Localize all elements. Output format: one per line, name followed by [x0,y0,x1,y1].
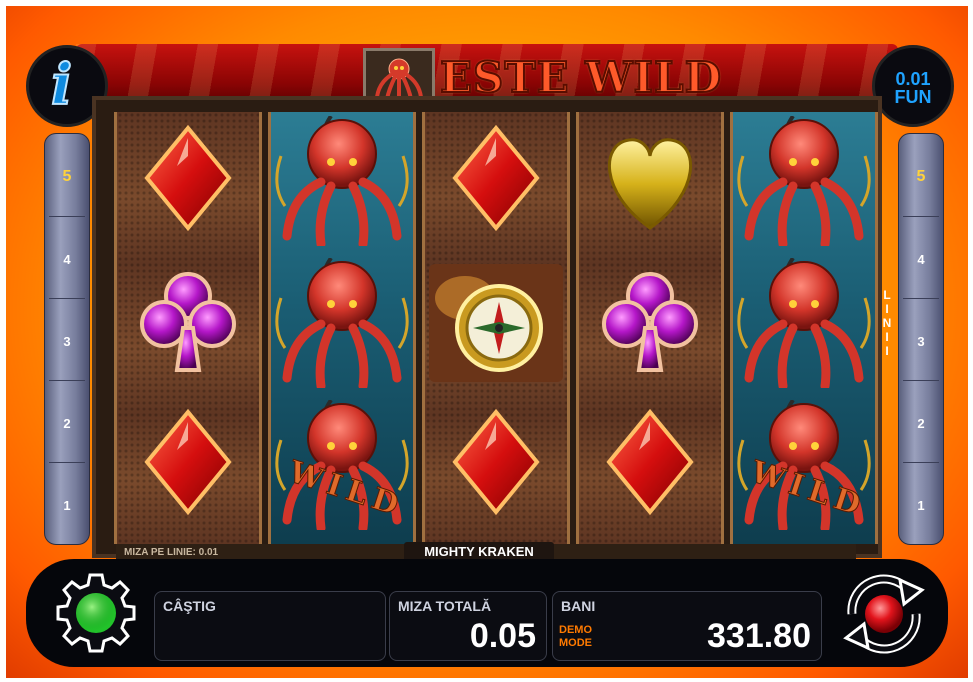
line-5-left[interactable]: 5 [45,168,89,186]
info-icon: i [50,51,73,119]
purple-club-symbol [579,258,721,388]
divider [49,216,85,217]
divider [903,380,939,381]
line-2-right[interactable]: 2 [899,416,943,431]
divider [903,298,939,299]
divider [49,462,85,463]
game-screen: ESTE WILD i 0.01 FUN 5 4 3 2 1 LINII 5 4… [6,6,968,678]
divider [903,462,939,463]
reel-4 [576,112,724,544]
lines-panel-right: 5 4 3 2 1 [898,133,944,545]
octopus-wild-symbol [733,114,875,249]
gold-heart-symbol [579,116,721,246]
demo-mode-label: DEMO MODE [559,624,592,649]
spin-button[interactable] [838,568,930,660]
balance-value: 331.80 [707,617,811,655]
reel-3 [422,112,570,544]
line-1-left[interactable]: 1 [45,498,89,513]
reel-5: WILD [730,112,878,544]
spin-red-light [865,595,903,633]
divider [49,380,85,381]
balance-label: BANI [561,598,596,614]
total-bet-field[interactable]: MIZA TOTALĂ 0.05 [389,591,547,661]
octopus-wild-symbol [271,114,413,249]
win-label: CÂŞTIG [163,598,216,614]
line-2-left[interactable]: 2 [45,416,89,431]
compass-symbol [425,258,567,388]
bet-per-line: MIZA PE LINIE: 0.01 [124,547,219,558]
line-4-left[interactable]: 4 [45,252,89,267]
total-bet-label: MIZA TOTALĂ [398,598,492,614]
line-4-right[interactable]: 4 [899,252,943,267]
octopus-wild-symbol [733,256,875,391]
lines-label-text: LINII [882,288,892,358]
red-diamond-symbol [425,400,567,530]
total-bet-value: 0.05 [469,617,536,655]
settings-button[interactable] [54,571,138,655]
line-1-right[interactable]: 1 [899,498,943,513]
spin-arrows-icon [843,574,925,654]
denomination-display: 0.01 FUN [875,70,951,106]
win-field: CÂŞTIG [154,591,386,661]
octopus-wild-symbol [271,256,413,391]
balance-field: BANI DEMO MODE 331.80 [552,591,822,661]
lines-label-right: LINII [881,288,893,358]
denomination-value: 0.01 [895,69,931,89]
denomination-currency: FUN [894,87,932,107]
divider [49,298,85,299]
red-diamond-symbol [579,400,721,530]
purple-club-symbol [117,258,259,388]
divider [903,216,939,217]
line-3-left[interactable]: 3 [45,334,89,349]
red-diamond-symbol [117,400,259,530]
reel-1 [114,112,262,544]
gear-icon [56,573,136,653]
line-3-right[interactable]: 3 [899,334,943,349]
red-diamond-symbol [425,116,567,246]
denomination-button[interactable]: 0.01 FUN [872,45,954,127]
reel-2: WILD [268,112,416,544]
red-diamond-symbol [117,116,259,246]
lines-panel-left: 5 4 3 2 1 [44,133,90,545]
line-5-right[interactable]: 5 [899,168,943,186]
